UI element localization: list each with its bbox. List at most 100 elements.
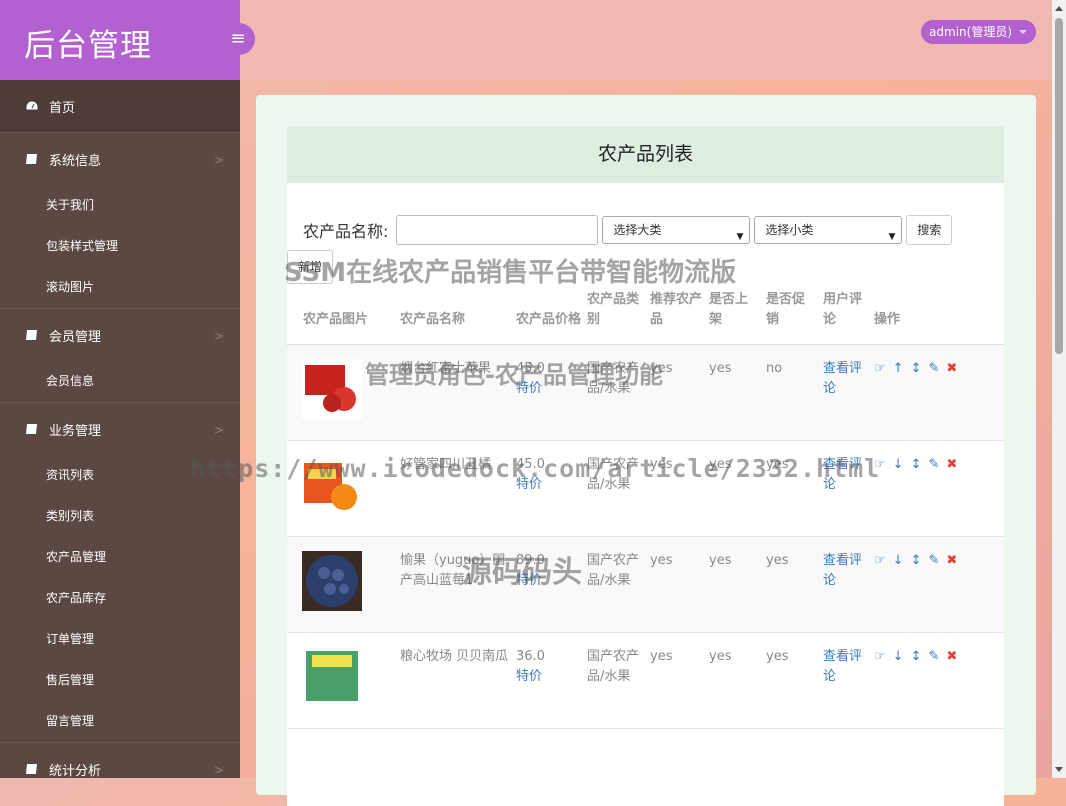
arrows-vertical-icon[interactable]: ↕ [911, 647, 922, 667]
brand-title: 后台管理 [24, 28, 152, 64]
book-icon [26, 330, 37, 340]
arrow-down-icon[interactable]: ↓ [893, 551, 904, 571]
page-scrollbar[interactable] [1052, 0, 1066, 778]
actions-cell: ☞ ↓ ↕ ✎ ✖ [874, 632, 1004, 729]
delete-icon[interactable]: ✖ [946, 359, 957, 379]
view-comments-link[interactable]: 查看评论 [823, 632, 874, 729]
user-menu-button[interactable]: admin(管理员) [921, 20, 1036, 44]
arrow-down-icon[interactable]: ↓ [893, 455, 904, 475]
col-header-category: 农产品类别 [587, 290, 650, 345]
product-promo: yes [766, 536, 823, 633]
arrows-vertical-icon[interactable]: ↕ [911, 551, 922, 571]
chevron-right-icon: > [213, 329, 224, 343]
chevron-right-icon: > [213, 153, 224, 167]
edit-icon[interactable]: ✎ [928, 551, 939, 571]
view-comments-link[interactable]: 查看评论 [823, 344, 874, 441]
product-name-search-input[interactable] [396, 215, 599, 245]
col-header-recommend: 推荐农产品 [650, 290, 709, 345]
sidebar-item-messages[interactable]: 留言管理 [0, 701, 240, 742]
product-on-shelf: yes [709, 344, 766, 441]
col-header-comments: 用户评论 [823, 290, 874, 345]
product-recommend: yes [650, 536, 709, 633]
top-header: admin(管理员) [240, 0, 1052, 80]
product-price: 36.0 [516, 649, 545, 664]
sidebar-item-packaging[interactable]: 包装样式管理 [0, 226, 240, 267]
sidebar-item-orders[interactable]: 订单管理 [0, 619, 240, 660]
dashboard-icon [25, 100, 39, 111]
search-button[interactable]: 搜索 [906, 215, 953, 245]
product-recommend: yes [650, 632, 709, 729]
sidebar-item-carousel[interactable]: 滚动图片 [0, 267, 240, 308]
category-select-value: 选择大类 [613, 223, 662, 237]
recommend-icon[interactable]: ☞ [874, 359, 886, 379]
scrollbar-thumb[interactable] [1055, 18, 1063, 354]
arrow-up-icon[interactable]: ↑ [893, 359, 904, 379]
sidebar-toggle-button[interactable]: ≡ [221, 23, 255, 55]
product-image-blueberry[interactable] [302, 551, 362, 611]
delete-icon[interactable]: ✖ [946, 647, 957, 667]
sidebar-item-about[interactable]: 关于我们 [0, 185, 240, 226]
sidebar-item-after-sales[interactable]: 售后管理 [0, 660, 240, 701]
actions-cell: ☞ ↓ ↕ ✎ ✖ [874, 440, 1004, 537]
subcategory-select-value: 选择小类 [765, 223, 814, 237]
chevron-right-icon: > [213, 763, 224, 777]
col-header-image: 农产品图片 [287, 290, 400, 345]
caret-down-icon [1019, 30, 1027, 34]
search-bar: 农产品名称: 选择大类 ▼ 选择小类 ▼ 搜索 [303, 215, 953, 245]
arrows-vertical-icon[interactable]: ↕ [911, 455, 922, 475]
chevron-right-icon: > [213, 423, 224, 437]
sidebar-group-label: 统计分析 [49, 763, 102, 779]
view-comments-link[interactable]: 查看评论 [823, 536, 874, 633]
recommend-icon[interactable]: ☞ [874, 551, 886, 571]
sidebar-item-inventory[interactable]: 农产品库存 [0, 578, 240, 619]
product-category: 国产农产品/水果 [587, 536, 650, 633]
sidebar-group-statistics[interactable]: 统计分析 > [0, 743, 240, 778]
product-category: 国产农产品/水果 [587, 632, 650, 729]
actions-cell: ☞ ↑ ↕ ✎ ✖ [874, 344, 1004, 441]
product-image-pumpkin[interactable] [302, 647, 362, 707]
user-label: admin(管理员) [929, 25, 1012, 39]
sidebar-group-label: 系统信息 [49, 153, 102, 169]
sidebar-group-members[interactable]: 会员管理 > [0, 309, 240, 361]
col-header-promo: 是否促销 [766, 290, 823, 345]
table-row: 愉果（yuguo）国产高山蓝莓1 89.0 特价 国产农产品/水果 yes yes… [287, 536, 1004, 633]
col-header-on-shelf: 是否上架 [709, 290, 766, 345]
delete-icon[interactable]: ✖ [946, 455, 957, 475]
sidebar-item-products[interactable]: 农产品管理 [0, 537, 240, 578]
scroll-down-arrow-icon[interactable] [1055, 767, 1063, 772]
arrows-vertical-icon[interactable]: ↕ [911, 359, 922, 379]
special-price-link[interactable]: 特价 [516, 667, 581, 687]
search-label: 农产品名称: [303, 222, 389, 241]
sidebar-group-business[interactable]: 业务管理 > [0, 403, 240, 455]
book-icon [26, 424, 37, 434]
sidebar-item-home[interactable]: 首页 [0, 80, 240, 132]
product-image-apple[interactable] [302, 359, 362, 419]
sidebar-item-label: 首页 [49, 100, 76, 116]
sidebar-item-member-info[interactable]: 会员信息 [0, 361, 240, 402]
product-on-shelf: yes [709, 536, 766, 633]
subcategory-select[interactable]: 选择小类 ▼ [754, 216, 903, 244]
delete-icon[interactable]: ✖ [946, 551, 957, 571]
scroll-up-arrow-icon[interactable] [1055, 6, 1063, 11]
sidebar-item-categories[interactable]: 类别列表 [0, 496, 240, 537]
edit-icon[interactable]: ✎ [928, 359, 939, 379]
table-header-row: 农产品图片 农产品名称 农产品价格 农产品类别 推荐农产品 是否上架 是否促销 … [287, 290, 1004, 345]
actions-cell: ☞ ↓ ↕ ✎ ✖ [874, 536, 1004, 633]
book-icon [26, 764, 37, 774]
product-promo: yes [766, 632, 823, 729]
book-icon [26, 154, 37, 164]
watermark-url: https://www.icodedock.com/article/2332.h… [190, 454, 881, 483]
product-on-shelf: yes [709, 632, 766, 729]
category-select[interactable]: 选择大类 ▼ [602, 216, 751, 244]
arrow-down-icon[interactable]: ↓ [893, 647, 904, 667]
sidebar-group-system[interactable]: 系统信息 > [0, 133, 240, 185]
recommend-icon[interactable]: ☞ [874, 647, 886, 667]
product-promo: no [766, 344, 823, 441]
main-content: 农产品列表 农产品名称: 选择大类 ▼ 选择小类 ▼ 搜索 新增 农产品图片 农产品… [256, 95, 1036, 806]
panel-title: 农产品列表 [287, 126, 1004, 183]
watermark-subtitle: 管理员角色-农产品管理功能 [365, 361, 663, 389]
edit-icon[interactable]: ✎ [928, 647, 939, 667]
product-price-cell: 36.0 特价 [516, 632, 587, 729]
edit-icon[interactable]: ✎ [928, 455, 939, 475]
sidebar: 后台管理 首页 系统信息 > 关于我们 包装样式管理 滚动图片 会员管理 > 会… [0, 0, 240, 778]
